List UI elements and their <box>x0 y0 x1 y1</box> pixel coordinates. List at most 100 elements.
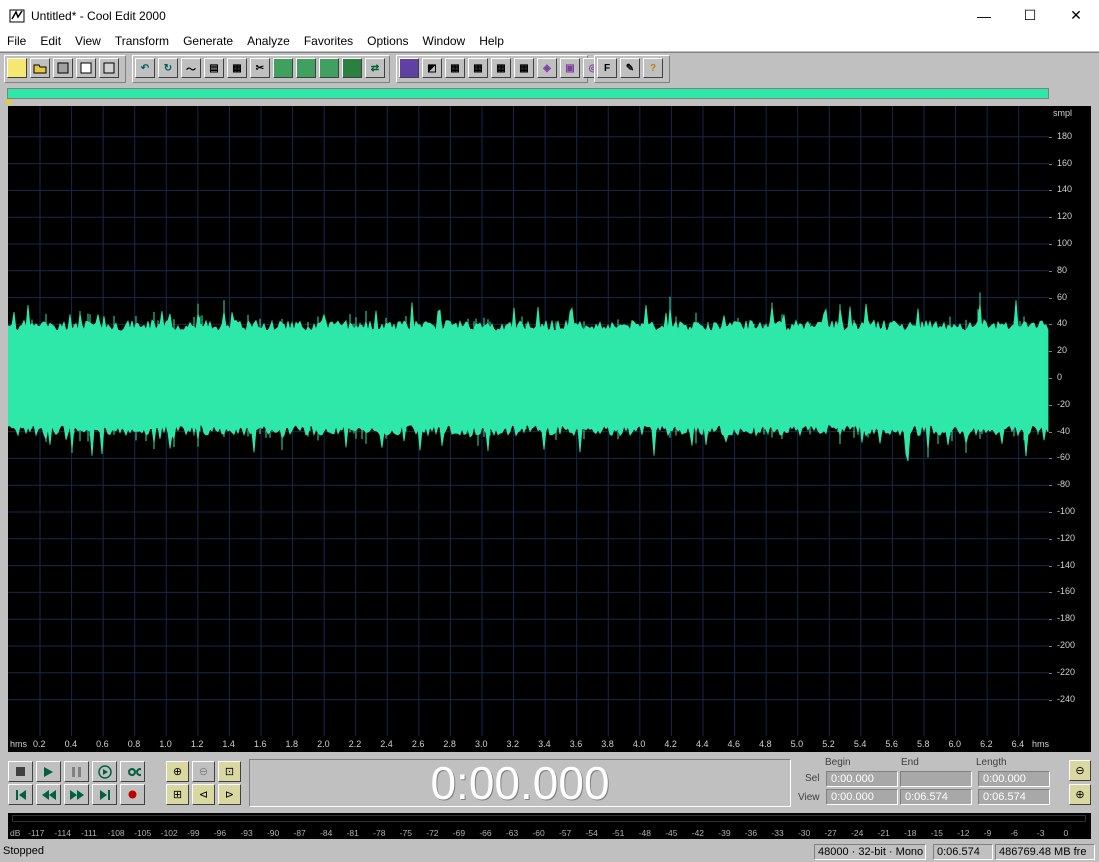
status-duration: 0:06.574 <box>933 844 993 860</box>
zoom-in-icon[interactable]: ⊕ <box>166 761 189 782</box>
cut-icon[interactable]: ✂ <box>250 58 270 78</box>
menu-generate[interactable]: Generate <box>176 34 240 48</box>
save-as-icon[interactable] <box>76 58 96 78</box>
x-tick-label: 1.8 <box>285 739 299 749</box>
y-tick-mark <box>1049 619 1052 621</box>
status-free-space: 486769.48 MB fre <box>995 844 1095 860</box>
overview-bar[interactable] <box>7 88 1049 99</box>
x-tick-label: 5.8 <box>916 739 930 749</box>
zoom-left-icon[interactable]: ⊲ <box>192 784 215 805</box>
menu-favorites[interactable]: Favorites <box>297 34 360 48</box>
menu-window[interactable]: Window <box>416 34 473 48</box>
record-icon[interactable] <box>120 784 145 805</box>
play-to-end-icon[interactable] <box>92 761 117 782</box>
undo-icon[interactable]: ↶ <box>135 58 155 78</box>
meter-tick-label: -12 <box>957 828 970 838</box>
grid-c-icon[interactable]: ▦ <box>491 58 511 78</box>
meter-tick-label: -54 <box>585 828 598 838</box>
close-button[interactable]: ✕ <box>1053 0 1099 31</box>
menu-file[interactable]: File <box>0 34 33 48</box>
page-icon[interactable]: ▣ <box>560 58 580 78</box>
meter-unit: dB <box>10 828 21 838</box>
fast-forward-icon[interactable] <box>64 784 89 805</box>
cue-icon[interactable]: ◈ <box>537 58 557 78</box>
x-unit-start: hms <box>10 739 28 749</box>
open-folder-icon[interactable] <box>30 58 50 78</box>
stop-icon[interactable] <box>8 761 33 782</box>
y-tick-label: -100 <box>1057 506 1076 516</box>
grid-b-icon[interactable]: ▦ <box>468 58 488 78</box>
grid-a-icon[interactable]: ▦ <box>445 58 465 78</box>
go-to-start-icon[interactable] <box>8 784 33 805</box>
new-file-icon[interactable] <box>7 58 27 78</box>
y-tick-label: 60 <box>1057 291 1068 302</box>
y-tick-label: -240 <box>1057 693 1076 704</box>
close-file-icon[interactable] <box>99 58 119 78</box>
play-icon[interactable] <box>36 761 61 782</box>
menu-edit[interactable]: Edit <box>33 34 68 48</box>
view-begin-field[interactable]: 0:00.000 <box>826 789 898 805</box>
view-length-field[interactable]: 0:06.574 <box>978 789 1050 805</box>
loop-icon[interactable] <box>120 761 145 782</box>
vertical-zoom-out-icon[interactable]: ⊖ <box>1069 760 1091 781</box>
pause-icon[interactable] <box>64 761 89 782</box>
y-tick-label: -60 <box>1057 452 1071 463</box>
y-tick-mark <box>1049 297 1052 299</box>
repeat-icon[interactable]: ↻ <box>158 58 178 78</box>
paste-new-icon[interactable] <box>273 58 293 78</box>
time-display: 0:00.000 <box>249 757 791 809</box>
y-tick-mark <box>1049 512 1052 513</box>
end-header: End <box>901 757 919 768</box>
snap-icon[interactable]: ◩ <box>422 58 442 78</box>
y-tick-mark <box>1049 217 1052 219</box>
y-tick-label: -40 <box>1057 425 1071 436</box>
script-icon[interactable]: ✎ <box>620 58 640 78</box>
menu-help[interactable]: Help <box>472 34 511 48</box>
spectral-view-icon[interactable] <box>399 58 419 78</box>
favorites-button[interactable]: F <box>597 58 617 78</box>
effect-icon[interactable] <box>342 58 362 78</box>
paste-icon[interactable]: ▦ <box>227 58 247 78</box>
grid-d-icon[interactable]: ▦ <box>514 58 534 78</box>
sel-begin-field[interactable]: 0:00.000 <box>826 771 898 787</box>
sel-length-field[interactable]: 0:00.000 <box>978 771 1050 787</box>
maximize-button[interactable]: ☐ <box>1007 0 1053 31</box>
waveform-display[interactable] <box>8 106 1049 736</box>
zoom-selection-icon[interactable]: ⊞ <box>166 784 189 805</box>
view-end-field[interactable]: 0:06.574 <box>900 789 972 805</box>
waveform-canvas[interactable] <box>8 106 1049 736</box>
y-tick-mark <box>1049 538 1052 540</box>
meter-tick-label: -105 <box>134 828 152 838</box>
wave-edit-icon[interactable]: 〜 <box>181 58 201 78</box>
time-ruler[interactable]: hms hms 0.2 0.4 0.6 0.8 1.0 1.2 1.4 1.6 1.8 2.0 2.… <box>8 736 1091 752</box>
copy-icon[interactable]: ▤ <box>204 58 224 78</box>
y-tick-mark <box>1049 351 1052 353</box>
menu-view[interactable]: View <box>68 34 108 48</box>
help-button[interactable]: ? <box>643 58 663 78</box>
y-tick-mark <box>1049 244 1052 245</box>
zoom-full-icon[interactable]: ⊡ <box>218 761 241 782</box>
menu-options[interactable]: Options <box>360 34 415 48</box>
y-tick-label: -20 <box>1057 398 1071 409</box>
x-tick-label: 1.0 <box>159 739 172 749</box>
transport-controls <box>6 759 154 809</box>
x-tick-label: 2.0 <box>317 739 330 749</box>
convert-icon[interactable]: ⇄ <box>365 58 385 78</box>
menu-analyze[interactable]: Analyze <box>240 34 297 48</box>
meter-tick-label: -99 <box>187 828 200 838</box>
mix-paste-icon[interactable] <box>296 58 316 78</box>
minimize-button[interactable]: — <box>961 0 1007 31</box>
zoom-out-icon[interactable]: ⊖ <box>192 761 215 782</box>
sel-end-field[interactable] <box>900 771 972 787</box>
zoom-right-icon[interactable]: ⊳ <box>218 784 241 805</box>
save-icon[interactable] <box>53 58 73 78</box>
vertical-zoom-in-icon[interactable]: ⊕ <box>1069 784 1091 805</box>
meter-tick-label: -78 <box>373 828 386 838</box>
trim-icon[interactable] <box>319 58 339 78</box>
go-to-end-icon[interactable] <box>92 784 117 805</box>
x-tick-label: 6.4 <box>1011 739 1025 749</box>
rewind-icon[interactable] <box>36 784 61 805</box>
menu-transform[interactable]: Transform <box>108 34 176 48</box>
y-tick-label: -120 <box>1057 532 1076 543</box>
y-tick-label: 120 <box>1057 211 1073 222</box>
